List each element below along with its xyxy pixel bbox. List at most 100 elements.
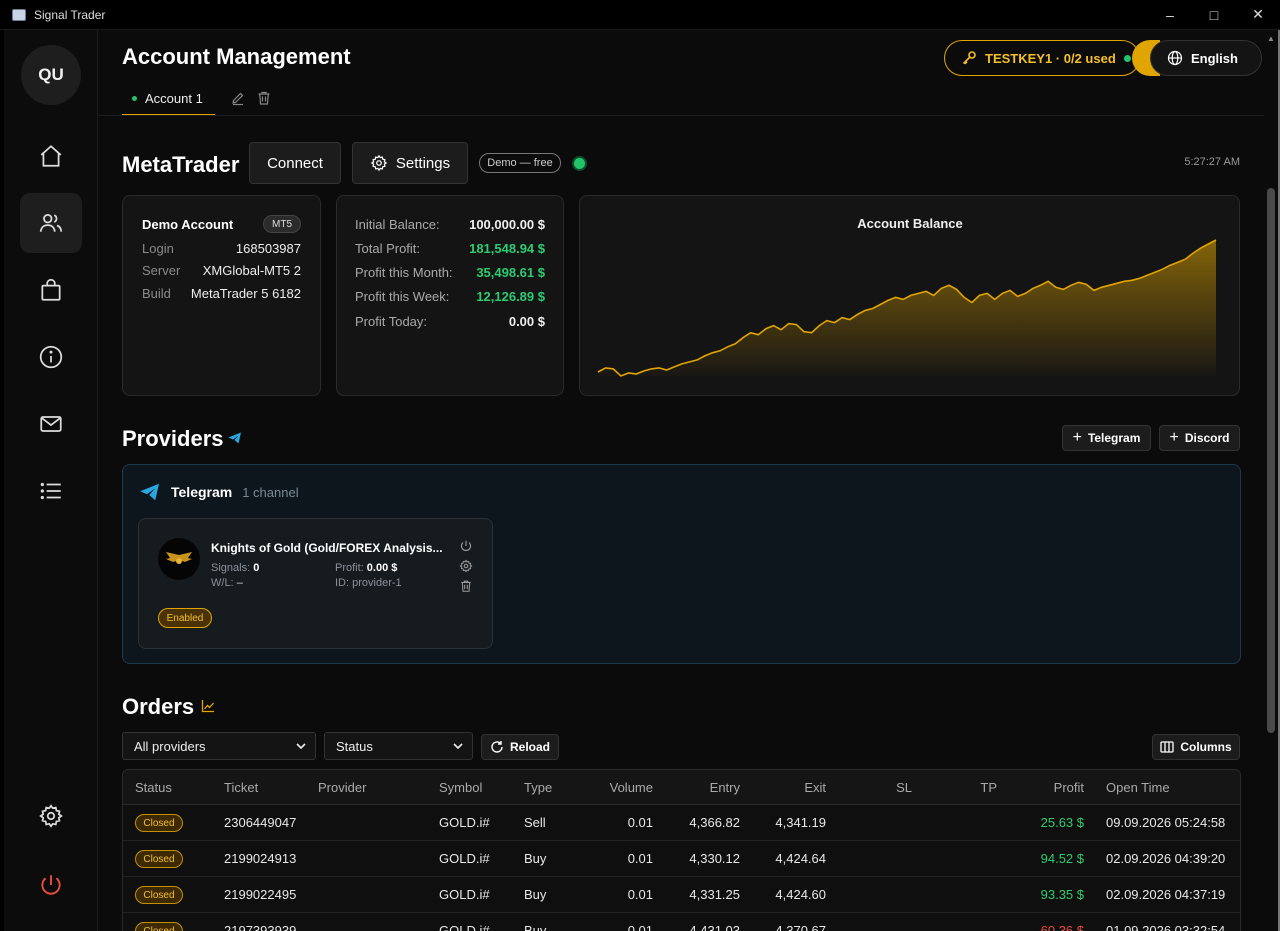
settings-label: Settings — [395, 154, 451, 172]
today-profit-value: 0.00 $ — [508, 314, 545, 329]
users-icon — [39, 214, 63, 232]
scrollbar-thumb[interactable] — [1267, 188, 1275, 733]
trash-icon[interactable] — [459, 579, 473, 593]
nav-info[interactable] — [20, 327, 82, 387]
table-row[interactable]: Closed 2197393939 GOLD.i# Buy 0.01 4,431.03 4,… — [123, 913, 1240, 931]
balance-area — [598, 240, 1216, 376]
columns-icon — [1160, 741, 1174, 753]
language-selector[interactable]: English — [1150, 40, 1262, 76]
tab-account-1[interactable]: Account 1 — [122, 82, 215, 116]
provider-signals: Signals: 0 — [211, 562, 260, 574]
plan-badge: Demo — free — [479, 153, 561, 173]
col-tp[interactable]: TP — [918, 780, 997, 795]
reload-button[interactable]: Reload — [481, 734, 559, 760]
cell-profit: 25.63 $ — [1040, 815, 1084, 830]
total-profit-value: 181,548.94 $ — [469, 241, 545, 256]
license-badge[interactable]: TESTKEY1 · 0/2 used — [944, 40, 1140, 76]
platform-badge: MT5 — [263, 215, 301, 233]
nav-list[interactable] — [20, 461, 82, 521]
maximize-button[interactable]: □ — [1192, 0, 1236, 30]
col-sl[interactable]: SL — [833, 780, 912, 795]
provider-filter-select[interactable]: All providers — [122, 732, 316, 760]
close-button[interactable]: ✕ — [1236, 0, 1280, 30]
col-profit[interactable]: Profit — [1003, 780, 1084, 795]
telegram-group-header: Telegram 1 channel — [139, 483, 299, 501]
provider-id: ID: provider-1 — [335, 577, 402, 589]
profit-card: Initial Balance: 100,000.00 $ Total Prof… — [336, 195, 564, 396]
avatar[interactable]: QU — [21, 45, 81, 105]
cell-profit: -60.36 $ — [1036, 923, 1084, 931]
orders-table: Status Ticket Provider Symbol Type Volum… — [122, 769, 1241, 931]
col-exit[interactable]: Exit — [748, 780, 826, 795]
cell-open-time: 02.09.2026 04:37:19 — [1106, 887, 1226, 902]
nav-accounts[interactable] — [20, 193, 82, 253]
nav-logout[interactable] — [20, 855, 82, 915]
cell-profit: 94.52 $ — [1040, 851, 1084, 866]
cell-ticket: 2199024913 — [224, 851, 297, 866]
status-badge: Closed — [135, 814, 183, 832]
nav-home[interactable] — [20, 126, 82, 186]
initial-balance-value: 100,000.00 $ — [469, 217, 545, 232]
connect-label: Connect — [267, 154, 323, 172]
cell-entry: 4,431.03 — [689, 923, 740, 931]
telegram-icon — [140, 483, 159, 501]
table-row[interactable]: Closed 2199024913 GOLD.i# Buy 0.01 4,330.12 4,… — [123, 841, 1240, 877]
provider-card[interactable]: Knights of Gold (Gold/FOREX Analysis... … — [138, 518, 493, 649]
scroll-up-icon[interactable]: ▲ — [1267, 34, 1275, 43]
window-title: Signal Trader — [34, 7, 106, 22]
columns-button[interactable]: Columns — [1152, 734, 1240, 760]
col-ticket[interactable]: Ticket — [224, 780, 258, 795]
add-telegram-button[interactable]: + Telegram — [1062, 425, 1151, 451]
cell-exit: 4,424.60 — [775, 887, 826, 902]
server-value: XMGlobal-MT5 2 — [202, 263, 301, 278]
status-filter-select[interactable]: Status — [324, 732, 473, 760]
col-symbol[interactable]: Symbol — [439, 780, 482, 795]
minimize-button[interactable]: – — [1148, 0, 1192, 30]
col-status[interactable]: Status — [135, 780, 172, 795]
nav-settings[interactable] — [20, 786, 82, 846]
gear-icon[interactable] — [459, 559, 473, 573]
language-label: English — [1191, 50, 1238, 66]
status-badge: Closed — [135, 922, 183, 931]
nav-shop[interactable] — [20, 260, 82, 320]
settings-button[interactable]: Settings — [352, 142, 468, 184]
balance-chart-card: Account Balance — [579, 195, 1240, 396]
enabled-badge[interactable]: Enabled — [158, 608, 212, 628]
trash-icon[interactable] — [256, 90, 272, 106]
telegram-group-name: Telegram — [171, 484, 233, 500]
nav-messages[interactable] — [20, 394, 82, 454]
col-provider[interactable]: Provider — [318, 780, 366, 795]
scrollbar[interactable]: ▲ — [1264, 30, 1278, 931]
cell-entry: 4,331.25 — [689, 887, 740, 902]
gear-icon — [39, 804, 63, 828]
table-row[interactable]: Closed 2199022495 GOLD.i# Buy 0.01 4,331.25 4,… — [123, 877, 1240, 913]
cell-volume: 0.01 — [627, 887, 653, 902]
week-profit-value: 12,126.89 $ — [476, 289, 545, 304]
winged-emblem-icon — [166, 552, 192, 564]
cell-type: Buy — [524, 887, 547, 902]
cell-profit: 93.35 $ — [1040, 887, 1084, 902]
connect-button[interactable]: Connect — [249, 142, 341, 184]
cell-open-time: 09.09.2026 05:24:58 — [1106, 815, 1226, 830]
provider-filter-value: All providers — [134, 738, 206, 754]
provider-name: Knights of Gold (Gold/FOREX Analysis... — [211, 541, 443, 555]
add-discord-label: Discord — [1184, 431, 1230, 445]
col-volume[interactable]: Volume — [583, 780, 653, 795]
cell-entry: 4,366.82 — [689, 815, 740, 830]
cell-open-time: 01.09.2026 03:32:54 — [1106, 923, 1226, 931]
info-icon — [39, 345, 63, 369]
col-open-time[interactable]: Open Time — [1106, 780, 1170, 795]
col-type[interactable]: Type — [524, 780, 552, 795]
table-row[interactable]: Closed 2306449047 GOLD.i# Sell 0.01 4,366.82 4… — [123, 805, 1240, 841]
plus-icon: + — [1072, 429, 1082, 446]
account-name: Demo Account — [142, 217, 234, 232]
power-icon[interactable] — [459, 539, 473, 553]
cell-exit: 4,424.64 — [775, 851, 826, 866]
cell-symbol: GOLD.i# — [439, 923, 490, 931]
shopping-bag-icon — [41, 278, 61, 301]
power-icon — [41, 875, 61, 895]
cell-type: Sell — [524, 815, 546, 830]
edit-icon[interactable] — [230, 90, 246, 106]
add-discord-button[interactable]: + Discord — [1159, 425, 1240, 451]
col-entry[interactable]: Entry — [663, 780, 740, 795]
